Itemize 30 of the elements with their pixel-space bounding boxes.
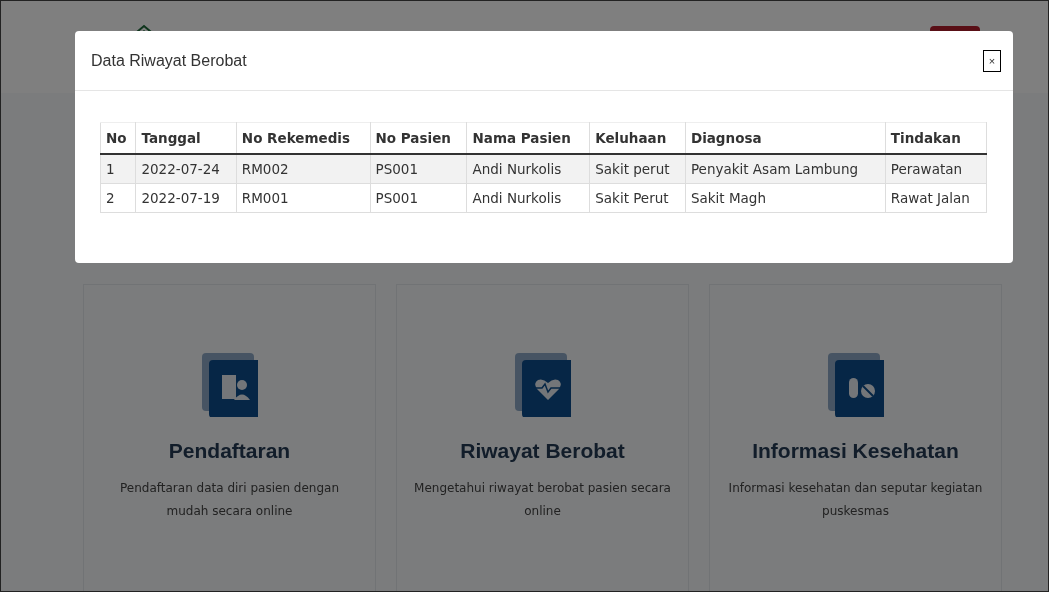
- table-cell: Andi Nurkolis: [467, 154, 590, 184]
- table-cell: RM002: [236, 154, 371, 184]
- hospital-person-icon: [201, 353, 258, 417]
- table-cell: 1: [100, 154, 136, 184]
- card-description: Pendaftaran data diri pasien dengan mudah secara online: [119, 480, 340, 520]
- table-cell: PS001: [370, 154, 467, 184]
- table-cell: 2022-07-19: [135, 183, 237, 213]
- table-cell: Rawat Jalan: [885, 183, 987, 213]
- table-cell: RM001: [236, 183, 371, 213]
- table-cell: Penyakit Asam Lambung: [685, 154, 886, 184]
- table-cell: 2022-07-24: [135, 154, 237, 184]
- table-cell: 2: [100, 183, 136, 213]
- table-cell: PS001: [370, 183, 467, 213]
- table-cell: Sakit Magh: [685, 183, 886, 213]
- heart-pulse-icon: [514, 353, 571, 417]
- table-cell: Andi Nurkolis: [467, 183, 590, 213]
- modal-title: Data Riwayat Berobat: [91, 51, 247, 70]
- card-description: Informasi kesehatan dan seputar kegiatan puskesmas: [727, 480, 984, 520]
- card-description: Mengetahui riwayat berobat pasien secara online: [413, 480, 672, 520]
- pills-icon: [827, 353, 884, 417]
- close-button[interactable]: ×: [983, 49, 1001, 72]
- table-cell: Sakit perut: [589, 154, 686, 184]
- table-cell: Sakit Perut: [589, 183, 686, 213]
- card-title: Riwayat Berobat: [460, 439, 625, 463]
- card-title: Informasi Kesehatan: [752, 439, 959, 463]
- service-card[interactable]: Riwayat Berobat Mengetahui riwayat berobat pasien secara online: [396, 284, 689, 591]
- service-card[interactable]: Pendaftaran Pendaftaran data diri pasien dengan mudah secara online: [83, 284, 376, 591]
- table-cell: Perawatan: [885, 154, 987, 184]
- card-title: Pendaftaran: [168, 439, 291, 463]
- service-card[interactable]: Informasi Kesehatan Informasi kesehatan dan seputar kegiatan puskesmas: [709, 284, 1002, 591]
